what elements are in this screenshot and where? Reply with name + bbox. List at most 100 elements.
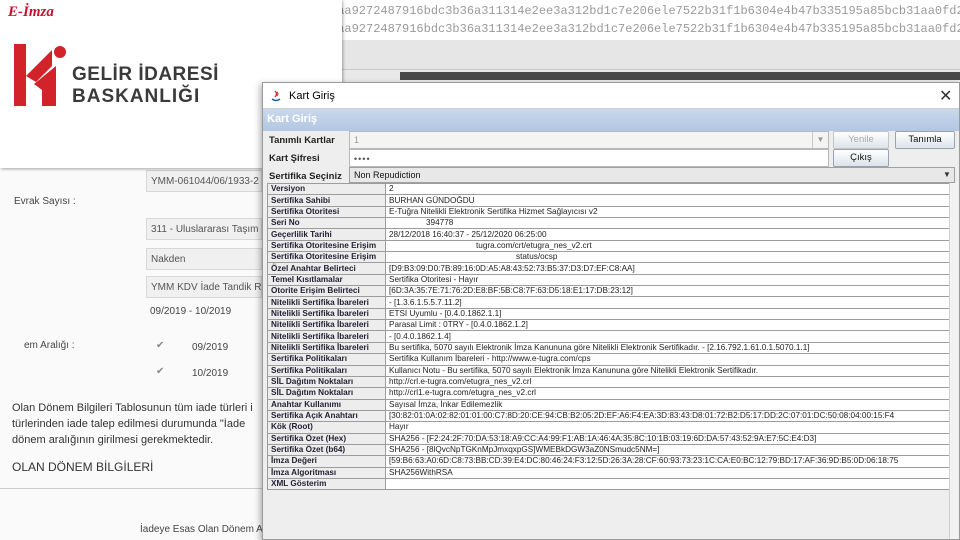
row-value: - [1.3.6.1.5.5.7.11.2] bbox=[385, 296, 957, 309]
table-row: Temel Kısıtlamalar Sertifika Otoritesi - … bbox=[267, 273, 957, 287]
row-key: Seri No bbox=[267, 217, 386, 230]
row-value: [D9:B3:09:D0:7B:89:16:0D:A5:A8:43:52:73:… bbox=[385, 262, 957, 275]
certificate-details-table: Versiyon 2 Sertifika Sahibi BURHAN GÜNDOĞD… bbox=[267, 182, 957, 491]
row-value: [59:B6:63:A0:6D:C8:73:BB:CD:39:E4:DC:80:… bbox=[385, 455, 957, 468]
row-key: SİL Dağıtım Noktaları bbox=[267, 387, 386, 400]
footer-text: İadeye Esas Olan Dönem Ar bbox=[140, 524, 267, 535]
tanimli-kartlar-value: 1 bbox=[354, 135, 360, 145]
row-value: tugra.com/crt/etugra_nes_v2.crt bbox=[385, 239, 957, 253]
row-key: Sertifika Özet (Hex) bbox=[267, 432, 386, 445]
row-value: BURHAN GÜNDOĞDU bbox=[385, 194, 957, 207]
hex-text-line: 2aa9272487916bdc3b36a311314e2ee3a312bd1c… bbox=[330, 4, 960, 18]
eimza-logo-text: E-İmza bbox=[8, 4, 54, 20]
nakden-field[interactable]: Nakden bbox=[146, 248, 262, 270]
row-key: Kök (Root) bbox=[267, 421, 386, 434]
background-bar bbox=[400, 72, 960, 80]
sertifika-select[interactable]: Non Repudiction ▼ bbox=[349, 167, 955, 183]
row-value: Bu sertifika, 5070 sayılı Elektronik İmz… bbox=[385, 341, 957, 355]
cikis-button[interactable]: Çıkış bbox=[833, 149, 889, 167]
row-key: Nitelikli Sertifika İbareleri bbox=[267, 296, 386, 309]
row-key: Nitelikli Sertifika İbareleri bbox=[267, 307, 386, 321]
window-titlebar[interactable]: Kart Giriş ✕ bbox=[263, 83, 959, 109]
table-row: Özel Anahtar Belirteci [D9:B3:09:D0:7B:89… bbox=[267, 262, 957, 275]
sertifika-selected-value: Non Repudiction bbox=[354, 170, 421, 180]
table-row: XML Gösterim bbox=[267, 477, 957, 491]
table-row: Sertifika Otoritesi E-Tuğra Nitelikli Ele… bbox=[267, 205, 957, 219]
table-row: Sertifika Otoritesine Erişim tugra.com/cr… bbox=[267, 239, 957, 253]
row-key: Nitelikli Sertifika İbareleri bbox=[267, 319, 386, 332]
table-row: Geçerlilik Tarihi 28/12/2018 16:40:37 - 2… bbox=[267, 228, 957, 241]
table-row: Versiyon 2 bbox=[267, 182, 957, 196]
kart-giris-dialog: Kart Giriş ✕ Kart Giriş Tanımlı Kartlar … bbox=[262, 82, 960, 540]
row-key: Anahtar Kullanımı bbox=[267, 398, 386, 411]
checkbox-icon[interactable]: ✔ bbox=[156, 340, 166, 351]
table-row: Seri No 394778 bbox=[267, 217, 957, 230]
table-row: Sertifika Özet (b64) SHA256 - [8lQvcNpTGK… bbox=[267, 443, 957, 457]
table-row: Sertifika Politikaları Kullanıcı Notu - B… bbox=[267, 364, 957, 377]
table-row: Nitelikli Sertifika İbareleri Bu sertifik… bbox=[267, 341, 957, 355]
table-row: Nitelikli Sertifika İbareleri - [0.4.0.18… bbox=[267, 330, 957, 343]
table-row: İmza Değeri [59:B6:63:A0:6D:C8:73:BB:CD:3… bbox=[267, 455, 957, 468]
row-value: SHA256WithRSA bbox=[385, 466, 957, 479]
background-hex-panel: 2aa9272487916bdc3b36a311314e2ee3a312bd1c… bbox=[250, 0, 960, 40]
yenile-button[interactable]: Yenile bbox=[833, 131, 889, 149]
row-value: Hayır bbox=[385, 421, 957, 434]
table-scrollbar[interactable] bbox=[949, 183, 959, 539]
window-title: Kart Giriş bbox=[289, 90, 335, 102]
row-key: XML Gösterim bbox=[267, 477, 386, 491]
tanimla-button[interactable]: Tanımla bbox=[895, 131, 955, 149]
row-value: [30:82:01:0A:02:82:01:01:00:C7:8D:20:CE:… bbox=[385, 409, 957, 423]
row-value: Sayısal İmza, İnkar Edilemezlik bbox=[385, 398, 957, 411]
row-key: Versiyon bbox=[267, 182, 386, 196]
row-key: Geçerlilik Tarihi bbox=[267, 228, 386, 241]
row-value: http://crl1.e-tugra.com/etugra_nes_v2.cr… bbox=[385, 387, 957, 400]
row-value: Sertifika Kullanım İbareleri - http://ww… bbox=[385, 353, 957, 366]
row-key: Özel Anahtar Belirteci bbox=[267, 262, 386, 275]
row-key: Sertifika Politikaları bbox=[267, 364, 386, 377]
period-value: 10/2019 bbox=[192, 368, 229, 379]
table-row: Sertifika Açık Anahtarı [30:82:01:0A:02:8… bbox=[267, 409, 957, 423]
table-row: SİL Dağıtım Noktaları http://crl.e-tugra.… bbox=[267, 375, 957, 389]
checkbox-icon[interactable]: ✔ bbox=[156, 366, 166, 377]
row-value: Parasal Limit : 0TRY - [0.4.0.1862.1.2] bbox=[385, 319, 957, 332]
table-row: SİL Dağıtım Noktaları http://crl1.e-tugra… bbox=[267, 387, 957, 400]
kdv-field[interactable]: YMM KDV İade Tandik Ra bbox=[146, 276, 262, 298]
row-value: E-Tuğra Nitelikli Elektronik Sertifika H… bbox=[385, 205, 957, 219]
evrak-sayisi-label: Evrak Sayısı : bbox=[14, 196, 76, 207]
table-row: Sertifika Sahibi BURHAN GÜNDOĞDU bbox=[267, 194, 957, 207]
row-key: Sertifika Otoritesine Erişim bbox=[267, 251, 386, 264]
java-icon bbox=[271, 90, 281, 102]
ymm-field[interactable]: YMM-061044/06/1933-2 bbox=[146, 170, 262, 192]
divider bbox=[0, 488, 262, 489]
info-text: türlerinden iade talep edilmesi durumund… bbox=[12, 418, 246, 430]
row-value: status/ocsp bbox=[385, 251, 957, 264]
period-label: em Aralığı : bbox=[24, 340, 75, 351]
table-row: İmza Algoritması SHA256WithRSA bbox=[267, 466, 957, 479]
info-text: Olan Dönem Bilgileri Tablosunun tüm iade… bbox=[12, 402, 253, 414]
row-value: Kullanıcı Notu - Bu sertifika, 5070 sayı… bbox=[385, 364, 957, 377]
row-value: 2 bbox=[385, 182, 957, 196]
table-row: Nitelikli Sertifika İbareleri ETSI Uyumlu… bbox=[267, 307, 957, 321]
row-value: http://crl.e-tugra.com/etugra_nes_v2.crl bbox=[385, 375, 957, 389]
banner-title: Kart Giriş bbox=[267, 113, 318, 125]
row-value: - [0.4.0.1862.1.4] bbox=[385, 330, 957, 343]
period-range: 09/2019 - 10/2019 bbox=[150, 306, 232, 317]
kart-sifresi-input[interactable]: •••• bbox=[349, 149, 829, 167]
background-panel bbox=[340, 40, 960, 70]
close-icon[interactable]: ✕ bbox=[939, 86, 952, 106]
chevron-down-icon: ▼ bbox=[943, 170, 951, 179]
row-value: Sertifika Otoritesi - Hayır bbox=[385, 273, 957, 287]
row-value: 394778 bbox=[385, 217, 957, 230]
table-row: Nitelikli Sertifika İbareleri - [1.3.6.1.… bbox=[267, 296, 957, 309]
uluslararasi-field[interactable]: 311 - Uluslararası Taşım bbox=[146, 218, 262, 240]
row-value bbox=[385, 477, 957, 491]
row-value: SHA256 - [8lQvcNpTGKnMpJmxqxpGS]WMEBkDGW… bbox=[385, 443, 957, 457]
table-row: Sertifika Özet (Hex) SHA256 - [F2:24:2F:7… bbox=[267, 432, 957, 445]
row-key: Temel Kısıtlamalar bbox=[267, 273, 386, 287]
row-key: Sertifika Özet (b64) bbox=[267, 443, 386, 457]
row-key: Sertifika Açık Anahtarı bbox=[267, 409, 386, 423]
sertifika-seciniz-label: Sertifika Seçiniz bbox=[269, 171, 342, 182]
table-row: Nitelikli Sertifika İbareleri Parasal Lim… bbox=[267, 319, 957, 332]
period-value: 09/2019 bbox=[192, 342, 229, 353]
tanimli-kartlar-select[interactable]: 1 ▼ bbox=[349, 131, 829, 149]
